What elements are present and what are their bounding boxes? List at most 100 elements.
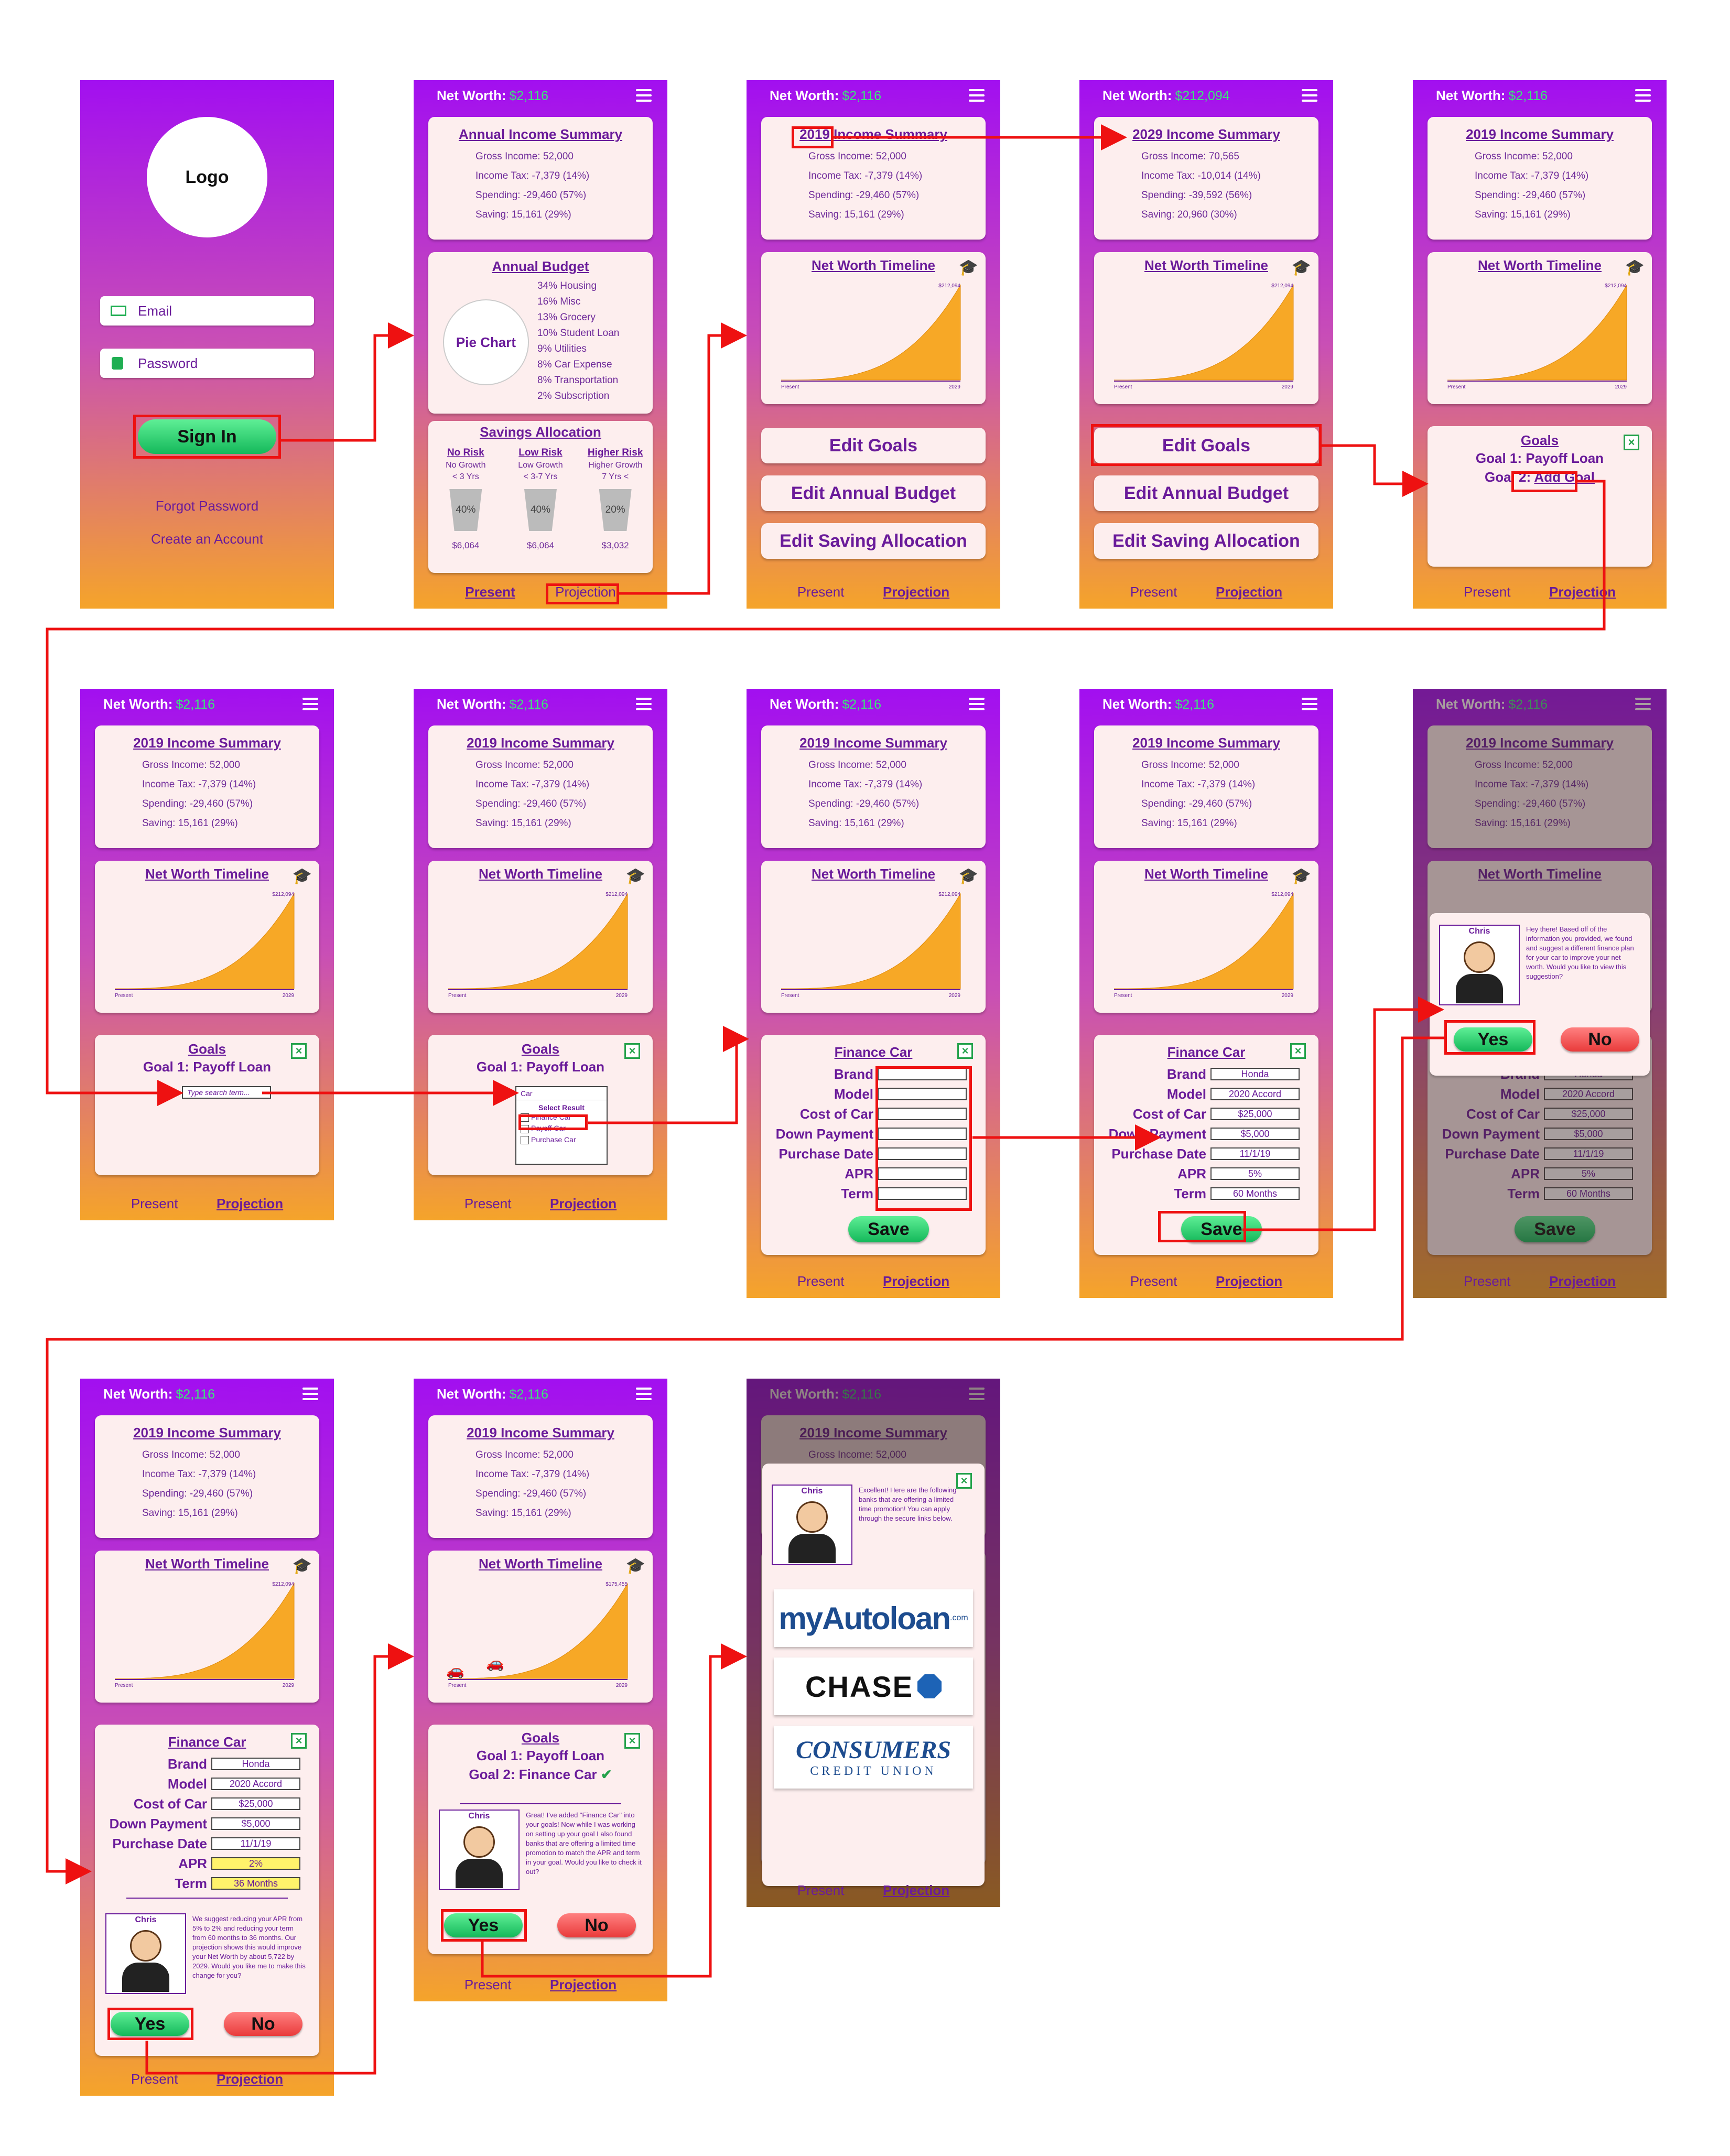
chase-link[interactable]: CHASE bbox=[774, 1657, 973, 1715]
income-summary-title[interactable]: 2019 Income Summary bbox=[428, 1425, 653, 1441]
save-button[interactable]: Save bbox=[848, 1216, 929, 1242]
income-summary-title[interactable]: 2019 Income Summary bbox=[761, 735, 986, 751]
hamburger-menu-icon[interactable] bbox=[1302, 89, 1317, 102]
model-input[interactable]: 2020 Accord bbox=[1210, 1088, 1300, 1100]
tab-present[interactable]: Present bbox=[1464, 1273, 1511, 1290]
tab-present[interactable]: Present bbox=[797, 584, 845, 600]
email-field[interactable]: Email bbox=[100, 296, 314, 326]
income-summary-title[interactable]: Annual Income Summary bbox=[428, 126, 653, 143]
tab-projection[interactable]: Projection bbox=[1549, 584, 1616, 600]
no-button[interactable]: No bbox=[1561, 1027, 1639, 1052]
timeline-title[interactable]: Net Worth Timeline bbox=[1428, 257, 1652, 274]
edit-goals-button[interactable]: Edit Goals bbox=[761, 428, 986, 463]
apr-input[interactable]: 2% bbox=[211, 1857, 300, 1870]
no-button[interactable]: No bbox=[224, 2012, 302, 2036]
hamburger-menu-icon[interactable] bbox=[969, 89, 985, 102]
tab-projection[interactable]: Projection bbox=[217, 2071, 283, 2087]
tab-projection[interactable]: Projection bbox=[1216, 1273, 1282, 1290]
close-icon[interactable]: × bbox=[291, 1733, 307, 1749]
result-purchase-car[interactable]: Purchase Car bbox=[516, 1134, 607, 1145]
hamburger-menu-icon[interactable] bbox=[636, 89, 652, 102]
tab-present[interactable]: Present bbox=[131, 1196, 178, 1212]
tab-projection[interactable]: Projection bbox=[1549, 1273, 1616, 1290]
close-icon[interactable]: × bbox=[957, 1043, 973, 1059]
tab-present[interactable]: Present bbox=[1130, 584, 1177, 600]
close-icon[interactable]: × bbox=[624, 1043, 640, 1059]
purchase-date-input[interactable]: 11/1/19 bbox=[211, 1837, 300, 1850]
tab-present[interactable]: Present bbox=[1130, 1273, 1177, 1290]
timeline-title[interactable]: Net Worth Timeline bbox=[428, 1556, 653, 1572]
income-summary-title[interactable]: 2019 Income Summary bbox=[1094, 735, 1318, 751]
close-icon[interactable]: × bbox=[291, 1043, 307, 1059]
edit-saving-allocation-button[interactable]: Edit Saving Allocation bbox=[1094, 523, 1318, 559]
tab-projection[interactable]: Projection bbox=[550, 1196, 617, 1212]
savings-column: No Risk No Growth < 3 Yrs 40% $6,064 bbox=[431, 447, 500, 551]
tab-present[interactable]: Present bbox=[465, 584, 515, 600]
annual-budget-title[interactable]: Annual Budget bbox=[428, 258, 653, 275]
timeline-title[interactable]: Net Worth Timeline bbox=[95, 866, 319, 882]
hamburger-menu-icon[interactable] bbox=[302, 1388, 318, 1400]
tab-present[interactable]: Present bbox=[797, 1273, 845, 1290]
tab-present[interactable]: Present bbox=[797, 1882, 845, 1899]
hamburger-menu-icon[interactable] bbox=[636, 1388, 652, 1400]
lock-icon bbox=[112, 357, 123, 370]
edit-annual-budget-button[interactable]: Edit Annual Budget bbox=[1094, 475, 1318, 511]
myautoloan-link[interactable]: myAutoloan .com bbox=[774, 1589, 973, 1647]
brand-input[interactable]: Honda bbox=[211, 1758, 300, 1770]
tab-projection[interactable]: Projection bbox=[550, 1977, 617, 1993]
timeline-title[interactable]: Net Worth Timeline bbox=[761, 866, 986, 882]
password-field[interactable]: Password bbox=[100, 349, 314, 378]
tab-projection[interactable]: Projection bbox=[883, 584, 949, 600]
down-payment-input[interactable]: $5,000 bbox=[211, 1817, 300, 1830]
tab-projection[interactable]: Projection bbox=[217, 1196, 283, 1212]
model-input[interactable]: 2020 Accord bbox=[211, 1778, 300, 1790]
income-tax: Income Tax: -7,379 (14%) bbox=[808, 170, 923, 181]
income-summary-title[interactable]: 2019 Income Summary bbox=[95, 1425, 319, 1441]
close-icon[interactable]: × bbox=[1624, 435, 1639, 450]
hamburger-menu-icon[interactable] bbox=[1302, 698, 1317, 710]
no-button[interactable]: No bbox=[557, 1913, 636, 1937]
timeline-chart: Present 2029 $212,094 bbox=[1444, 281, 1635, 395]
timeline-title[interactable]: Net Worth Timeline bbox=[1094, 866, 1318, 882]
term-input[interactable]: 36 Months bbox=[211, 1877, 300, 1890]
goal-search-input[interactable]: Type search term... bbox=[182, 1086, 271, 1099]
hamburger-menu-icon[interactable] bbox=[1635, 89, 1651, 102]
purchase-date-input[interactable]: 11/1/19 bbox=[1210, 1147, 1300, 1160]
income-summary-title[interactable]: 2029 Income Summary bbox=[1094, 126, 1318, 143]
income-summary-title[interactable]: 2019 Income Summary bbox=[1428, 126, 1652, 143]
hamburger-menu-icon[interactable] bbox=[302, 698, 318, 710]
edit-annual-budget-button[interactable]: Edit Annual Budget bbox=[761, 475, 986, 511]
income-summary-title[interactable]: 2019 Income Summary bbox=[95, 735, 319, 751]
gross-income: Gross Income: 52,000 bbox=[1475, 151, 1573, 162]
timeline-title[interactable]: Net Worth Timeline bbox=[761, 257, 986, 274]
edit-saving-allocation-button[interactable]: Edit Saving Allocation bbox=[761, 523, 986, 559]
hamburger-menu-icon[interactable] bbox=[969, 698, 985, 710]
down-payment-input[interactable]: $5,000 bbox=[1210, 1128, 1300, 1140]
tab-present[interactable]: Present bbox=[464, 1196, 512, 1212]
tab-present[interactable]: Present bbox=[1464, 584, 1511, 600]
apr-input[interactable]: 5% bbox=[1210, 1167, 1300, 1180]
tab-projection[interactable]: Projection bbox=[883, 1273, 949, 1290]
timeline-title[interactable]: Net Worth Timeline bbox=[95, 1556, 319, 1572]
cost-input[interactable]: $25,000 bbox=[1210, 1108, 1300, 1120]
close-icon[interactable]: × bbox=[624, 1733, 640, 1749]
tab-present[interactable]: Present bbox=[464, 1977, 512, 1993]
cost-input[interactable]: $25,000 bbox=[211, 1797, 300, 1810]
close-icon[interactable]: × bbox=[1290, 1043, 1306, 1059]
tab-present[interactable]: Present bbox=[131, 2071, 178, 2087]
gross-income: Gross Income: 52,000 bbox=[142, 1449, 240, 1460]
timeline-title[interactable]: Net Worth Timeline bbox=[1094, 257, 1318, 274]
consumers-link[interactable]: CONSUMERS CREDIT UNION bbox=[774, 1726, 973, 1789]
savings-allocation-title[interactable]: Savings Allocation bbox=[428, 424, 653, 440]
timeline-title[interactable]: Net Worth Timeline bbox=[428, 866, 653, 882]
top-bar: Net Worth:$2,116 bbox=[747, 689, 1000, 719]
brand-input[interactable]: Honda bbox=[1210, 1068, 1300, 1080]
income-summary-title[interactable]: 2019 Income Summary bbox=[428, 735, 653, 751]
forgot-password-link[interactable]: Forgot Password bbox=[80, 498, 334, 514]
create-account-link[interactable]: Create an Account bbox=[80, 531, 334, 547]
hamburger-menu-icon[interactable] bbox=[636, 698, 652, 710]
term-input[interactable]: 60 Months bbox=[1210, 1187, 1300, 1200]
tab-projection[interactable]: Projection bbox=[883, 1882, 949, 1899]
search-value[interactable]: Car bbox=[516, 1087, 607, 1100]
tab-projection[interactable]: Projection bbox=[1216, 584, 1282, 600]
